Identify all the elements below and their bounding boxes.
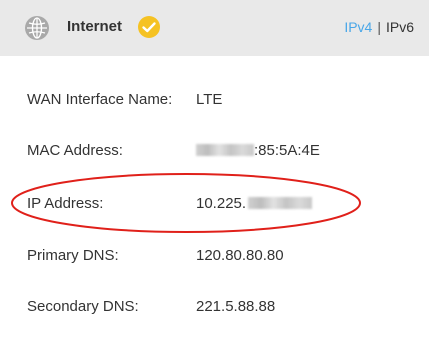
wan-interface-label: WAN Interface Name: [27, 91, 173, 108]
section-title: Internet [67, 18, 123, 35]
ipv6-tab[interactable]: IPv6 [386, 19, 414, 35]
internet-header: Internet IPv4 | IPv6 [0, 0, 429, 56]
tab-separator: | [377, 19, 381, 35]
primary-dns-label: Primary DNS: [27, 247, 119, 264]
secondary-dns-row: Secondary DNS: 221.5.88.88 [0, 296, 429, 318]
ipv4-tab[interactable]: IPv4 [344, 19, 372, 35]
ip-address-label: IP Address: [27, 195, 104, 212]
ip-address-value: 10.225. [196, 193, 313, 215]
redacted-mac-prefix [196, 144, 254, 157]
mac-address-label: MAC Address: [27, 142, 123, 159]
check-circle-icon [138, 16, 160, 38]
ip-address-visible: 10.225. [196, 195, 247, 212]
secondary-dns-label: Secondary DNS: [27, 298, 139, 315]
mac-address-value: :85:5A:4E [196, 140, 320, 162]
redacted-ip-suffix [248, 197, 313, 210]
secondary-dns-value: 221.5.88.88 [196, 298, 276, 315]
wan-interface-row: WAN Interface Name: LTE [0, 89, 429, 111]
primary-dns-row: Primary DNS: 120.80.80.80 [0, 245, 429, 267]
ip-address-row: IP Address: 10.225. [0, 193, 429, 215]
mac-address-row: MAC Address: :85:5A:4E [0, 140, 429, 162]
primary-dns-value: 120.80.80.80 [196, 247, 284, 264]
ip-version-switch: IPv4 | IPv6 [344, 17, 414, 37]
mac-address-visible: :85:5A:4E [254, 142, 320, 159]
wan-interface-value: LTE [196, 91, 223, 108]
globe-icon [25, 16, 49, 40]
